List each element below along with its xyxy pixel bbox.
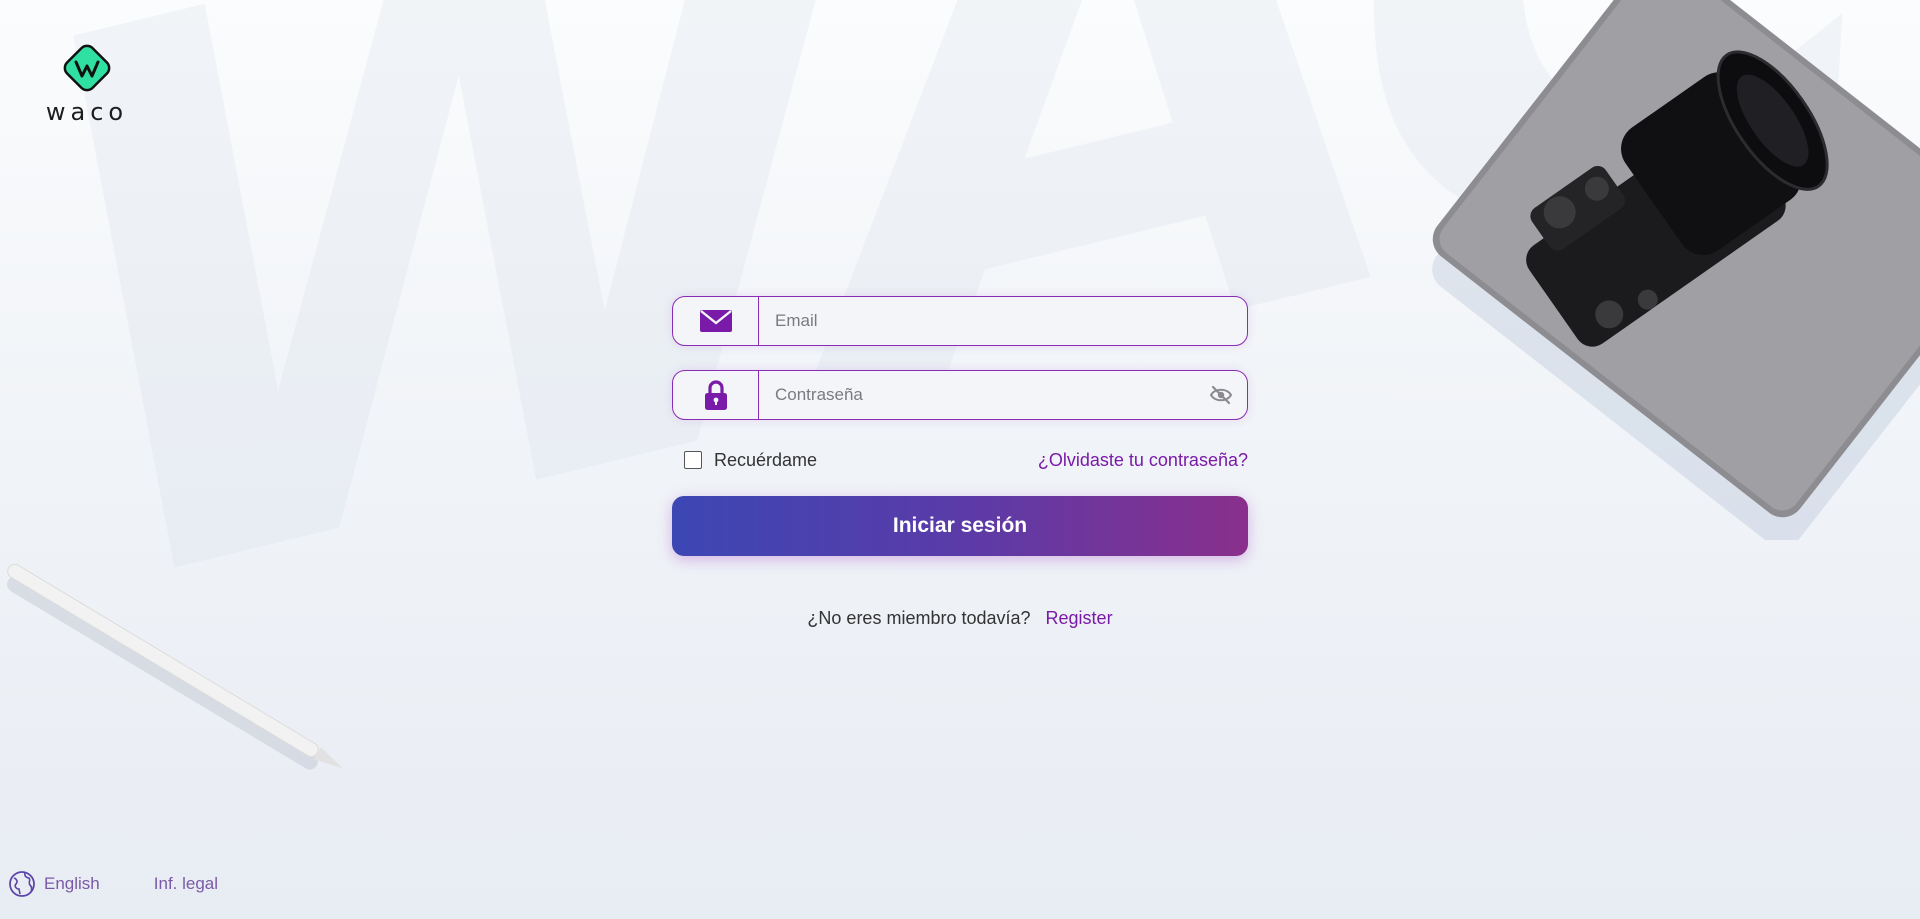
email-input[interactable]: [759, 297, 1247, 345]
remember-me-checkbox[interactable]: [684, 451, 702, 469]
envelope-icon: [673, 297, 759, 345]
waco-logo-icon: [63, 44, 111, 92]
form-options: Recuérdame ¿Olvidaste tu contraseña?: [672, 440, 1248, 480]
eye-slash-icon[interactable]: [1195, 371, 1247, 419]
camera-decoration: [1432, 0, 1920, 540]
password-field: [672, 370, 1248, 420]
signup-prompt: ¿No eres miembro todavía? Register: [672, 608, 1248, 629]
register-link[interactable]: Register: [1046, 608, 1113, 628]
footer: English Inf. legal: [8, 870, 218, 898]
language-label: English: [44, 874, 100, 893]
remember-me-label: Recuérdame: [714, 449, 818, 470]
logo-wordmark: waco: [45, 98, 129, 126]
password-input[interactable]: [759, 371, 1195, 419]
login-button[interactable]: Iniciar sesión: [672, 496, 1248, 556]
signup-prompt-text: ¿No eres miembro todavía?: [807, 608, 1031, 628]
remember-me[interactable]: Recuérdame: [684, 450, 817, 471]
waco-logo: waco: [44, 40, 130, 126]
lock-icon: [673, 371, 759, 419]
forgot-password-link[interactable]: ¿Olvidaste tu contraseña?: [1038, 450, 1248, 471]
language-selector[interactable]: English: [8, 870, 100, 898]
email-field: [672, 296, 1248, 346]
globe-icon: [9, 871, 35, 897]
pen-decoration: [7, 563, 343, 770]
legal-info-link[interactable]: Inf. legal: [154, 874, 218, 894]
login-form: Recuérdame ¿Olvidaste tu contraseña? Ini…: [672, 296, 1248, 629]
